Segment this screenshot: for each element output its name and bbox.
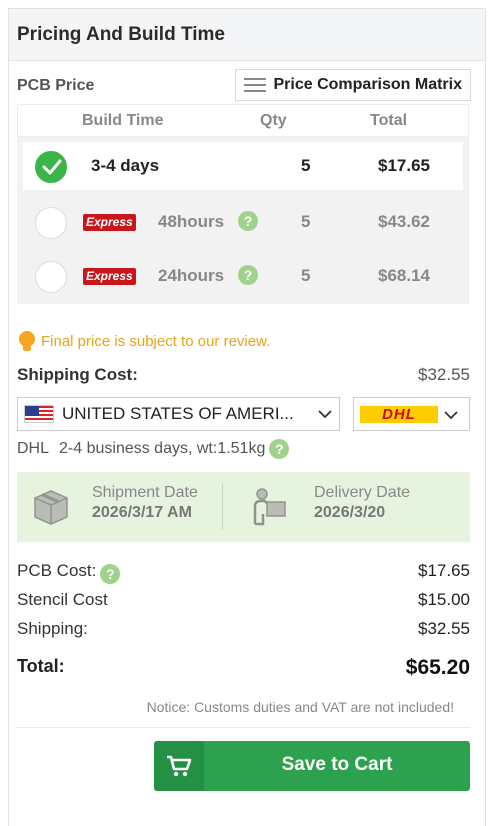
shipping-cost-row: Shipping Cost: $32.55 <box>17 365 470 385</box>
stencil-cost-value: $15.00 <box>418 590 470 609</box>
help-icon[interactable]: ? <box>100 564 121 584</box>
shipment-date-value: 2026/3/17 AM <box>92 504 192 521</box>
build-time-label: 3-4 days <box>91 156 160 175</box>
pcb-price-row: PCB Price Price Comparison Matrix <box>17 69 477 101</box>
delivery-date-block: Delivery Date 2026/3/20 <box>314 484 410 522</box>
express-badge: Express <box>83 214 136 231</box>
total-row: Total: $65.20 <box>17 656 470 679</box>
shipping-row: Shipping: $32.55 <box>17 619 470 639</box>
total-label: Total: <box>17 656 65 676</box>
delivery-person-icon <box>253 488 286 526</box>
help-icon[interactable]: ? <box>269 439 290 459</box>
total-value: $43.62 <box>378 212 430 231</box>
total-value: $65.20 <box>405 656 470 679</box>
carrier-select[interactable]: DHL <box>353 397 470 431</box>
express-badge: Express <box>83 268 136 285</box>
shipment-date-block: Shipment Date 2026/3/17 AM <box>92 484 198 522</box>
build-time-option-24hours[interactable]: Express 24hours ? 5 $68.14 <box>23 252 463 300</box>
save-to-cart-label: Save to Cart <box>281 754 393 775</box>
total-value: $68.14 <box>378 266 430 285</box>
help-icon[interactable]: ? <box>238 211 258 231</box>
build-time-label: 24hours <box>158 266 225 285</box>
delivery-date-label: Delivery Date <box>314 484 411 501</box>
save-to-cart-button[interactable]: Save to Cart <box>154 741 470 791</box>
stencil-cost-label: Stencil Cost <box>17 590 108 609</box>
dhl-logo: DHL <box>360 406 438 423</box>
chevron-down-icon <box>311 404 339 424</box>
column-header-build-time: Build Time <box>82 112 164 129</box>
package-icon <box>34 490 68 525</box>
customs-notice: Notice: Customs duties and VAT are not i… <box>146 699 454 715</box>
review-notice-text: Final price is subject to our review. <box>41 332 271 350</box>
build-time-option-3-4-days[interactable]: 3-4 days 5 $17.65 <box>23 142 463 190</box>
country-select[interactable]: UNITED STATES OF AMERI... <box>17 397 340 431</box>
shipping-cost-label: Shipping Cost: <box>17 365 138 384</box>
list-icon <box>243 78 266 92</box>
build-time-table: Build Time Qty Total 3-4 days 5 $17.65 E… <box>17 104 469 304</box>
lightbulb-icon <box>19 331 35 351</box>
price-comparison-label: Price Comparison Matrix <box>273 76 463 93</box>
pcb-cost-label: PCB Cost: <box>17 561 97 580</box>
column-header-total: Total <box>370 112 408 129</box>
price-comparison-button[interactable]: Price Comparison Matrix <box>234 69 471 101</box>
build-time-label: 48hours <box>158 212 225 231</box>
total-value: $17.65 <box>378 156 430 175</box>
panel-title: Pricing And Build Time <box>17 23 225 45</box>
country-value: UNITED STATES OF AMERI... <box>62 404 294 423</box>
review-notice: Final price is subject to our review. <box>19 331 270 351</box>
shipping-info: DHL 2-4 business days, wt:1.51kg ? <box>17 439 290 459</box>
shipping-label: Shipping: <box>17 619 88 638</box>
qty-value: 5 <box>301 156 311 175</box>
shipping-dates: Shipment Date 2026/3/17 AM Delivery Date… <box>17 472 470 542</box>
shipping-cost-value: $32.55 <box>418 365 470 384</box>
shipping-info-text: 2-4 business days, wt:1.51kg <box>59 440 266 457</box>
qty-value: 5 <box>301 212 311 231</box>
divider <box>222 484 223 530</box>
chevron-down-icon <box>437 405 465 425</box>
delivery-date-value: 2026/3/20 <box>314 504 386 521</box>
radio-unchecked-icon[interactable] <box>35 207 67 239</box>
panel-header: Pricing And Build Time <box>9 9 485 61</box>
radio-checked-icon[interactable] <box>35 151 67 183</box>
divider <box>17 727 470 728</box>
help-icon[interactable]: ? <box>238 265 258 285</box>
stencil-cost-row: Stencil Cost $15.00 <box>17 590 470 610</box>
radio-unchecked-icon[interactable] <box>35 261 67 293</box>
table-header: Build Time Qty Total <box>17 104 469 137</box>
shipping-value: $32.55 <box>418 619 470 638</box>
column-header-qty: Qty <box>260 112 287 129</box>
pricing-panel: Pricing And Build Time PCB Price Price C… <box>8 8 486 826</box>
build-time-option-48hours[interactable]: Express 48hours ? 5 $43.62 <box>23 198 463 246</box>
shipping-info-carrier: DHL <box>17 440 50 457</box>
shipment-date-label: Shipment Date <box>92 484 198 501</box>
us-flag-icon <box>24 405 54 423</box>
pcb-cost-value: $17.65 <box>418 561 470 580</box>
cart-icon <box>154 741 204 791</box>
pcb-price-label: PCB Price <box>17 77 95 94</box>
pcb-cost-row: PCB Cost:? $17.65 <box>17 561 470 584</box>
qty-value: 5 <box>301 266 311 285</box>
